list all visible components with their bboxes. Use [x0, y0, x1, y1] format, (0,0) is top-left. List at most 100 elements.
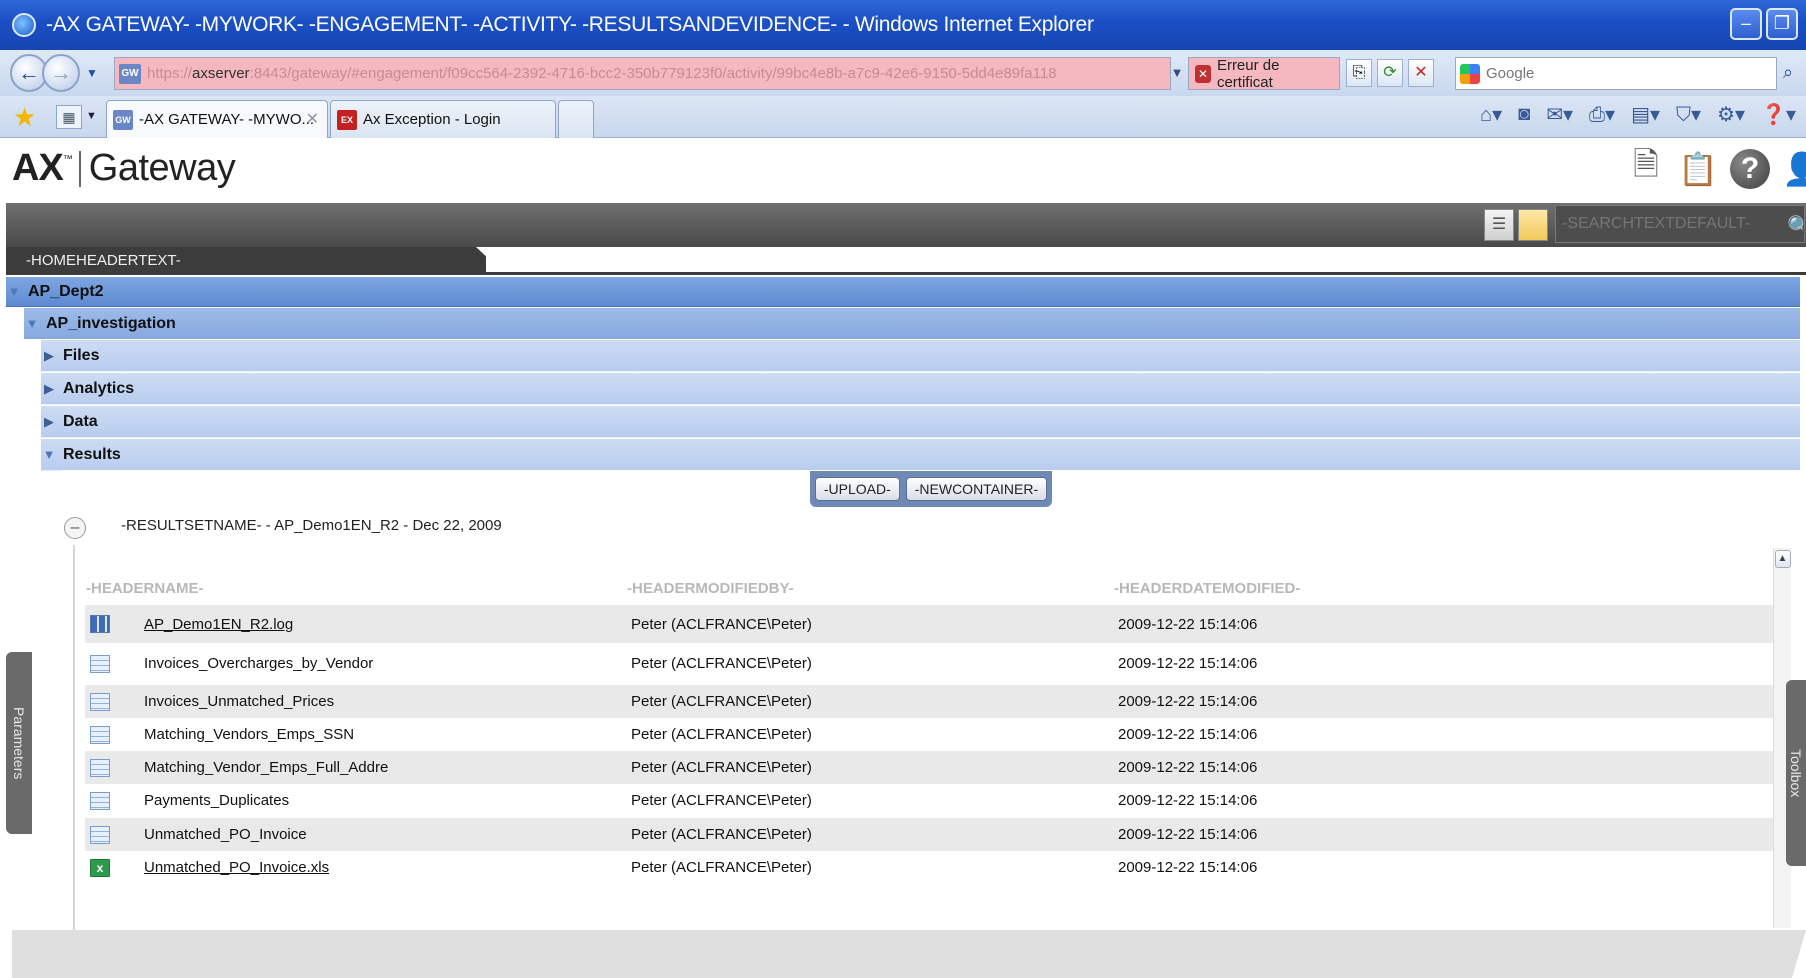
tab-ax-exception-login[interactable]: EX Ax Exception - Login — [330, 100, 556, 138]
compat-view-icon[interactable]: ⎘ — [1346, 59, 1372, 87]
list-view-icon[interactable]: ☰ — [1484, 209, 1514, 241]
modified-by: Peter (ACLFRANCE\Peter) — [631, 693, 812, 710]
document-clock-icon[interactable]: 🗎 — [1626, 146, 1666, 191]
home-header-line — [486, 272, 1806, 275]
tree-node-analytics[interactable]: ▶ Analytics — [41, 373, 1800, 405]
help-icon[interactable]: ❓▾ — [1761, 102, 1796, 127]
date-modified: 2009-12-22 15:14:06 — [1118, 759, 1258, 776]
refresh-icon[interactable]: ⟳ — [1377, 59, 1403, 87]
tree-node-results[interactable]: ▼ Results — [41, 439, 1800, 471]
home-icon[interactable]: ⌂▾ — [1480, 102, 1502, 127]
collapse-resultset-icon[interactable]: – — [64, 517, 86, 539]
shield-error-icon: ✕ — [1195, 64, 1211, 83]
tab-ax-gateway[interactable]: GW -AX GATEWAY- -MYWO... ✕ — [106, 100, 328, 138]
forward-button[interactable]: → — [42, 54, 80, 92]
tree-node-label: Analytics — [63, 379, 135, 397]
tab-label: Ax Exception - Login — [363, 111, 501, 128]
url-text[interactable]: https://axserver:8443/gateway/#engagemen… — [147, 65, 1162, 82]
modified-by: Peter (ACLFRANCE\Peter) — [631, 826, 812, 843]
new-tab-button[interactable] — [558, 100, 594, 138]
file-name[interactable]: Payments_Duplicates — [144, 792, 289, 809]
tools-gear-icon[interactable]: ⚙▾ — [1717, 102, 1745, 127]
modified-by: Peter (ACLFRANCE\Peter) — [631, 792, 812, 809]
table-row[interactable]: Invoices_Overcharges_by_Vendor Peter (AC… — [85, 647, 1775, 680]
collapsed-arrow-icon[interactable]: ▶ — [41, 414, 57, 430]
app-toolbar: ☰ 🔍 — [6, 203, 1806, 247]
tab-list-dropdown-icon[interactable]: ▼ — [86, 110, 97, 122]
clipboard-icon[interactable]: 📋 — [1678, 147, 1718, 191]
tree-node-investigation[interactable]: ▼ AP_investigation — [24, 308, 1800, 339]
date-modified: 2009-12-22 15:14:06 — [1118, 726, 1258, 743]
date-modified: 2009-12-22 15:14:06 — [1118, 655, 1258, 672]
user-icon[interactable]: 👤 — [1782, 147, 1806, 191]
date-modified: 2009-12-22 15:14:06 — [1118, 693, 1258, 710]
notes-icon[interactable] — [1518, 209, 1548, 241]
browser-search-box[interactable] — [1455, 57, 1777, 90]
safety-icon[interactable]: ⛉▾ — [1676, 102, 1701, 127]
table-icon — [90, 725, 110, 744]
table-row[interactable]: Unmatched_PO_Invoice Peter (ACLFRANCE\Pe… — [85, 818, 1775, 851]
collapsed-arrow-icon[interactable]: ▶ — [41, 381, 57, 397]
table-row[interactable]: Invoices_Unmatched_Prices Peter (ACLFRAN… — [85, 685, 1775, 718]
toolbox-drawer[interactable]: Toolbox — [1786, 680, 1806, 866]
file-name-link[interactable]: AP_Demo1EN_R2.log — [144, 616, 293, 633]
date-modified: 2009-12-22 15:14:06 — [1118, 826, 1258, 843]
column-header-name[interactable]: -HEADERNAME- — [86, 580, 204, 597]
tree-node-data[interactable]: ▶ Data — [41, 406, 1800, 438]
tree-node-files[interactable]: ▶ Files — [41, 340, 1800, 372]
expanded-arrow-icon[interactable]: ▼ — [24, 316, 40, 331]
history-dropdown-icon[interactable]: ▼ — [86, 66, 98, 80]
tree-node-label: Files — [63, 346, 100, 364]
table-icon — [90, 692, 110, 711]
feeds-icon[interactable]: ◙ — [1518, 103, 1530, 126]
file-name[interactable]: Invoices_Overcharges_by_Vendor — [144, 655, 373, 672]
mail-icon[interactable]: ✉▾ — [1546, 102, 1573, 127]
certificate-error-button[interactable]: ✕ Erreur de certificat — [1188, 57, 1340, 91]
file-name[interactable]: Matching_Vendor_Emps_Full_Addre — [144, 759, 388, 776]
tree-node-label: Data — [63, 412, 98, 430]
file-name-link[interactable]: Unmatched_PO_Invoice.xls — [144, 859, 329, 876]
tree-node-dept[interactable]: ▼ AP_Dept2 — [6, 277, 1800, 307]
search-go-icon[interactable]: ⌕ — [1783, 62, 1806, 83]
tab-close-icon[interactable]: ✕ — [306, 109, 319, 129]
app-search-box[interactable]: 🔍 — [1555, 205, 1806, 243]
column-header-modified-by[interactable]: -HEADERMODIFIEDBY- — [627, 580, 794, 597]
table-row[interactable]: Payments_Duplicates Peter (ACLFRANCE\Pet… — [85, 784, 1775, 817]
address-field[interactable]: GW https://axserver:8443/gateway/#engage… — [114, 57, 1171, 90]
tree-node-label: AP_Dept2 — [28, 282, 104, 300]
minimize-button[interactable]: – — [1730, 8, 1762, 40]
stop-icon[interactable]: ✕ — [1408, 59, 1434, 87]
table-row[interactable]: Matching_Vendor_Emps_Full_Addre Peter (A… — [85, 751, 1775, 784]
collapsed-arrow-icon[interactable]: ▶ — [41, 348, 57, 364]
app-search-input[interactable] — [1556, 215, 1776, 233]
column-header-date-modified[interactable]: -HEADERDATEMODIFIED- — [1114, 580, 1300, 597]
expanded-arrow-icon[interactable]: ▼ — [6, 284, 22, 299]
excel-file-icon: x — [90, 858, 110, 877]
logo-separator — [78, 150, 81, 187]
new-container-button[interactable]: -NEWCONTAINER- — [905, 477, 1048, 501]
quick-tabs-icon[interactable]: ▦ — [56, 105, 82, 129]
file-name[interactable]: Unmatched_PO_Invoice — [144, 826, 307, 843]
expanded-arrow-icon[interactable]: ▼ — [41, 447, 57, 462]
scroll-up-arrow-icon[interactable]: ▲ — [1774, 550, 1791, 568]
table-icon — [90, 758, 110, 777]
file-name[interactable]: Invoices_Unmatched_Prices — [144, 693, 334, 710]
address-dropdown-icon[interactable]: ▼ — [1168, 60, 1186, 86]
parameters-drawer[interactable]: Parameters — [6, 652, 32, 834]
modified-by: Peter (ACLFRANCE\Peter) — [631, 726, 812, 743]
file-name[interactable]: Matching_Vendors_Emps_SSN — [144, 726, 354, 743]
table-row[interactable]: AP_Demo1EN_R2.log Peter (ACLFRANCE\Peter… — [85, 605, 1775, 643]
favorites-star-icon[interactable]: ★ — [13, 104, 36, 130]
upload-button[interactable]: -UPLOAD- — [814, 477, 900, 501]
help-circle-icon[interactable]: ? — [1730, 149, 1770, 189]
print-icon[interactable]: ⎙▾ — [1589, 102, 1615, 127]
modified-by: Peter (ACLFRANCE\Peter) — [631, 759, 812, 776]
restore-button[interactable]: ❐ — [1766, 8, 1798, 40]
search-icon[interactable]: 🔍 — [1787, 214, 1806, 239]
browser-search-input[interactable] — [1486, 65, 1736, 82]
table-row[interactable]: x Unmatched_PO_Invoice.xls Peter (ACLFRA… — [85, 851, 1775, 884]
home-header-tab[interactable]: -HOMEHEADERTEXT- — [6, 247, 486, 275]
page-menu-icon[interactable]: ▤▾ — [1631, 102, 1660, 127]
modified-by: Peter (ACLFRANCE\Peter) — [631, 615, 812, 633]
table-row[interactable]: Matching_Vendors_Emps_SSN Peter (ACLFRAN… — [85, 718, 1775, 751]
